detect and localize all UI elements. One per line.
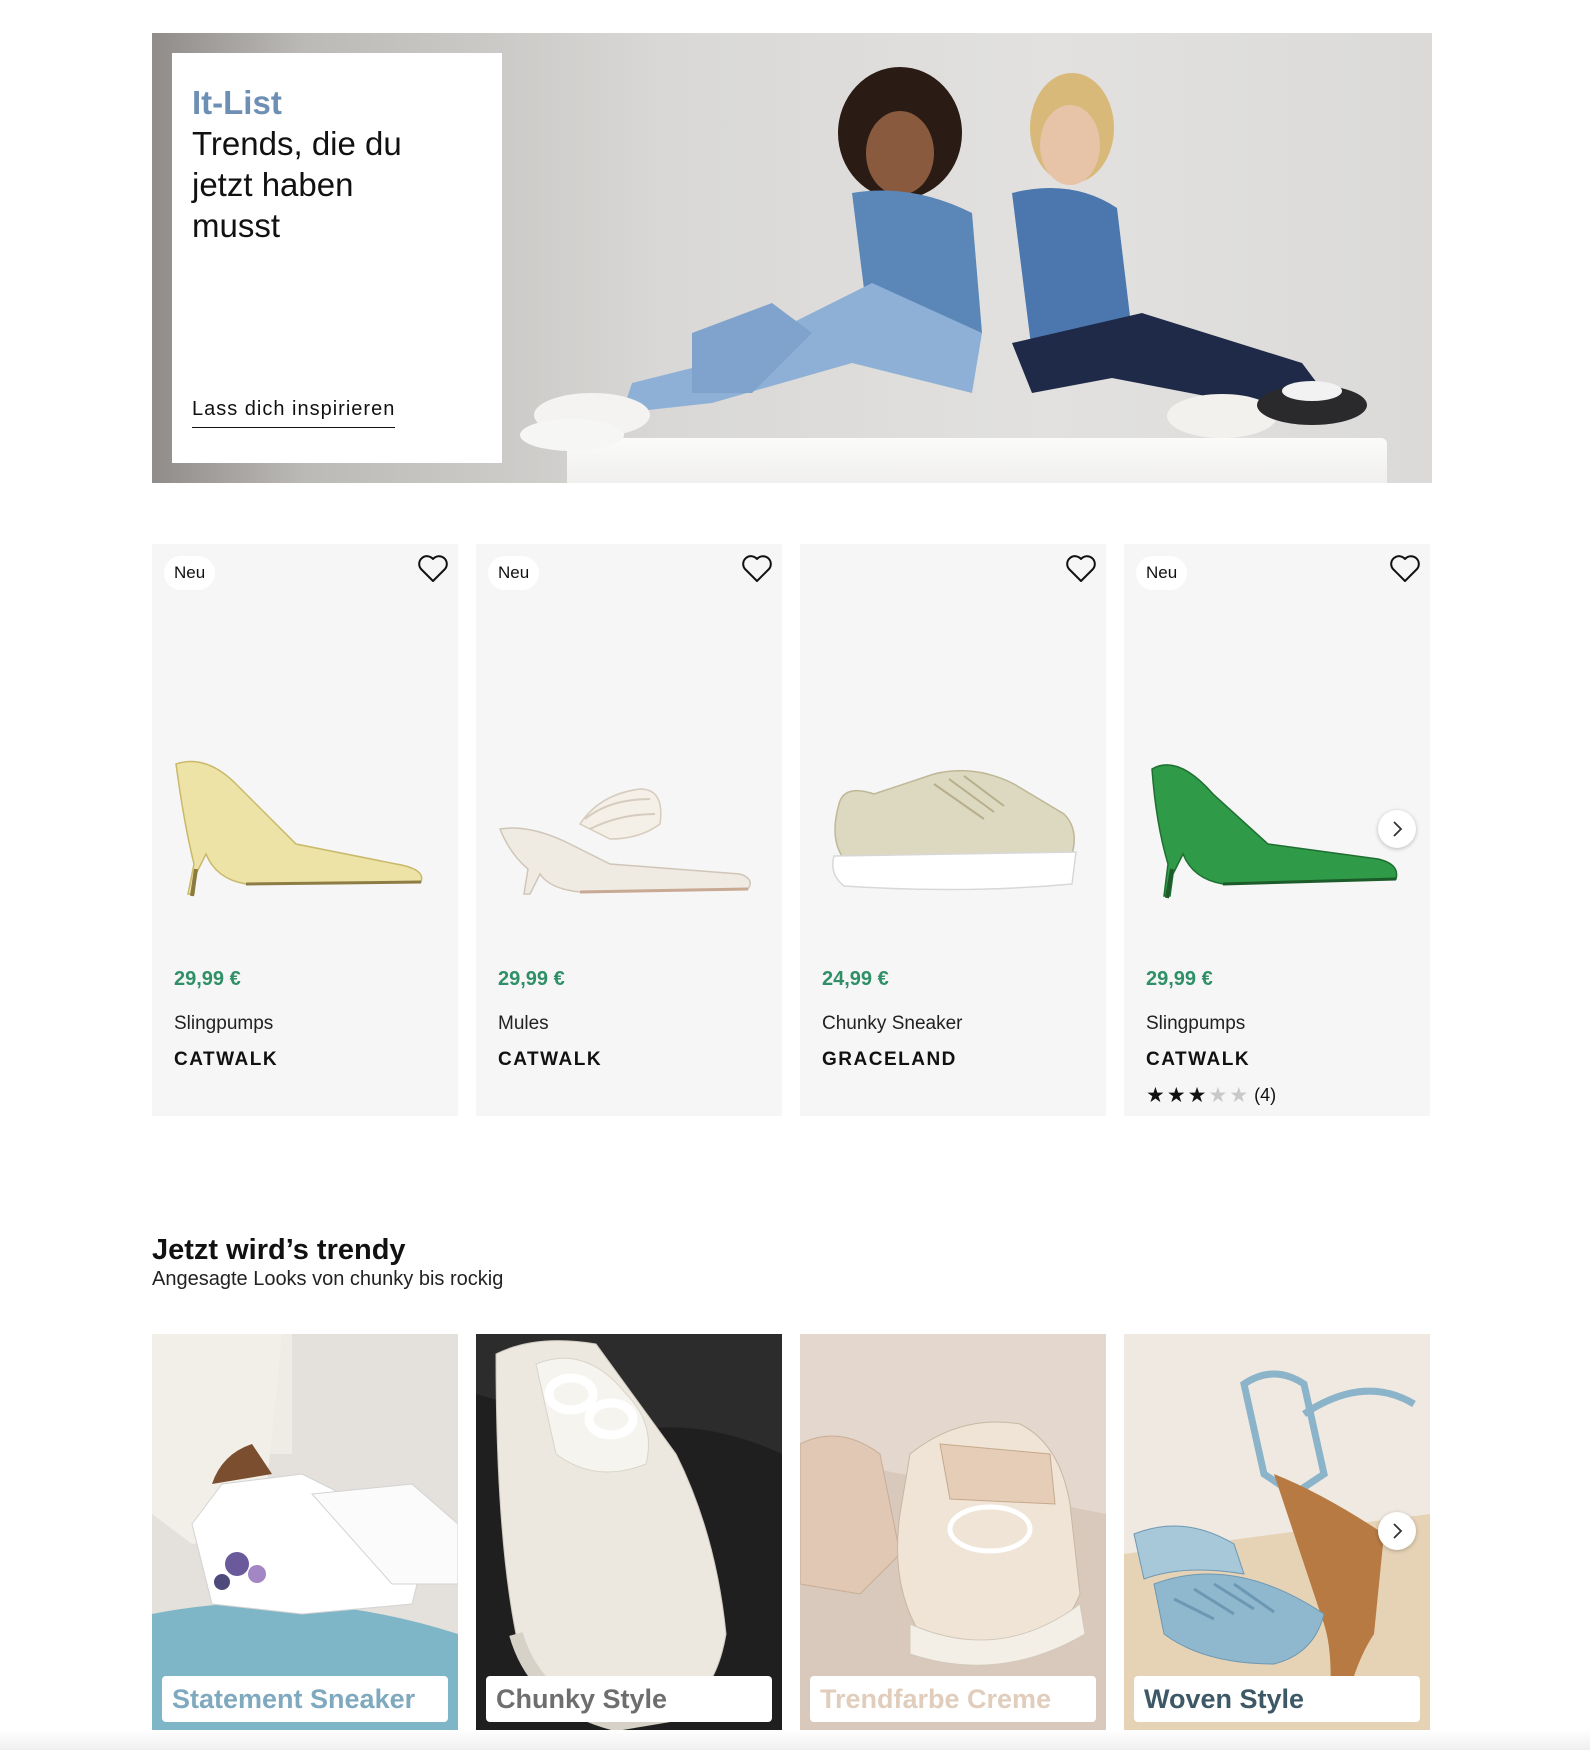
hero-banner[interactable]: It-List Trends, die du jetzt haben musst… <box>152 33 1432 483</box>
new-badge: Neu <box>164 556 216 590</box>
trend-tile[interactable]: Statement Sneaker <box>152 1334 458 1730</box>
chevron-right-icon <box>1393 821 1403 837</box>
product-image <box>832 769 1077 891</box>
trend-tile[interactable]: Trendfarbe Creme <box>800 1334 1106 1730</box>
heart-outline-icon[interactable] <box>416 552 450 586</box>
product-image <box>498 788 751 895</box>
star-empty-icon: ★ <box>1208 1083 1228 1107</box>
product-brand: CATWALK <box>498 1049 603 1070</box>
trend-tile-image <box>476 1334 782 1730</box>
product-image <box>175 760 423 897</box>
section-subtitle: Angesagte Looks von chunky bis rockig <box>152 1268 504 1290</box>
star-filled-icon: ★ <box>1146 1083 1165 1107</box>
trend-tile[interactable]: Chunky Style <box>476 1334 782 1730</box>
product-brand: GRACELAND <box>822 1049 957 1070</box>
star-empty-icon: ★ <box>1229 1083 1249 1107</box>
product-card[interactable]: 24,99 € Chunky Sneaker GRACELAND <box>800 544 1106 1116</box>
product-card[interactable]: Neu 29,99 € Slingpumps CATWALK <box>152 544 458 1116</box>
chevron-right-icon <box>1393 1523 1403 1539</box>
product-brand: CATWALK <box>1146 1049 1251 1070</box>
hero-inspire-link[interactable]: Lass dich inspirieren <box>192 398 396 428</box>
section-title: Jetzt wird’s trendy <box>152 1234 406 1266</box>
carousel-next-button[interactable] <box>1378 810 1416 848</box>
trend-tile-label: Chunky Style <box>486 1676 772 1722</box>
star-filled-icon: ★ <box>1166 1083 1186 1107</box>
product-price: 24,99 € <box>822 968 889 990</box>
product-price: 29,99 € <box>498 968 565 990</box>
page-bottom-edge <box>0 1730 1590 1750</box>
heart-outline-icon[interactable] <box>1064 552 1098 586</box>
product-image <box>1151 764 1398 899</box>
product-name[interactable]: Chunky Sneaker <box>822 1013 962 1035</box>
hero-kicker: It-List <box>192 84 282 121</box>
product-price: 29,99 € <box>174 968 241 990</box>
product-carousel: Neu 29,99 € Slingpumps CATWALK Neu 29,99… <box>152 544 1432 1116</box>
trend-tile-label: Statement Sneaker <box>162 1676 448 1722</box>
trend-tile-label: Trendfarbe Creme <box>810 1676 1096 1722</box>
heart-outline-icon[interactable] <box>740 552 774 586</box>
product-name[interactable]: Mules <box>498 1013 549 1035</box>
product-name[interactable]: Slingpumps <box>1146 1013 1245 1035</box>
new-badge: Neu <box>1136 556 1188 590</box>
star-filled-icon: ★ <box>1187 1083 1207 1107</box>
trend-carousel-next-button[interactable] <box>1378 1512 1416 1550</box>
heart-outline-icon[interactable] <box>1388 552 1422 586</box>
rating-count: (4) <box>1254 1085 1277 1105</box>
product-price: 29,99 € <box>1146 968 1213 990</box>
trend-tile-label: Woven Style <box>1134 1676 1420 1722</box>
new-badge: Neu <box>488 556 540 590</box>
hero-text-card: It-List Trends, die du jetzt haben musst… <box>172 53 502 463</box>
product-card[interactable]: Neu 29,99 € Mules CATWALK <box>476 544 782 1116</box>
product-brand: CATWALK <box>174 1049 279 1070</box>
trend-tile-image <box>152 1334 458 1730</box>
product-name[interactable]: Slingpumps <box>174 1013 273 1035</box>
hero-title: Trends, die du jetzt haben musst <box>192 125 402 244</box>
trend-tile-image <box>800 1334 1106 1730</box>
rating[interactable]: ★ ★ ★ ★ ★ (4) <box>1146 1085 1276 1106</box>
trend-carousel: Statement Sneaker Chunky Style Trendfarb… <box>152 1334 1432 1730</box>
